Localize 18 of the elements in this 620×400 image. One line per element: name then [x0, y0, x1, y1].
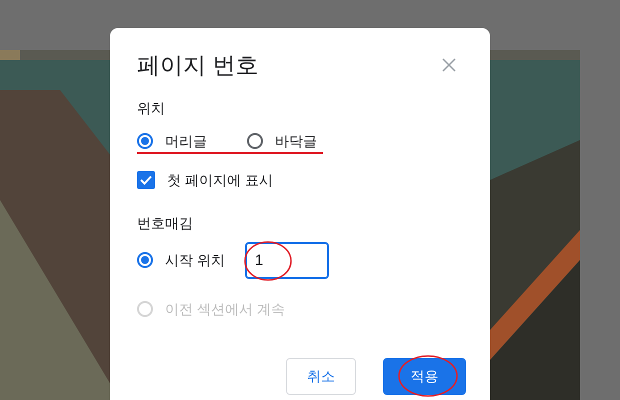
cancel-button[interactable]: 취소: [286, 358, 356, 395]
dialog-title: 페이지 번호: [137, 52, 258, 80]
start-number-field[interactable]: 1: [244, 242, 329, 279]
option-label[interactable]: 바닥글: [275, 130, 317, 152]
radio-button[interactable]: [137, 133, 153, 150]
option-label[interactable]: 머리글: [165, 130, 207, 152]
annotation-circle: [397, 354, 459, 398]
close-icon[interactable]: [442, 58, 456, 72]
section-heading: 위치: [137, 98, 166, 118]
option-label[interactable]: 시작 위치: [165, 250, 225, 271]
section-heading: 번호매김: [137, 214, 194, 233]
annotation-circle: [242, 240, 293, 282]
apply-button[interactable]: 적용: [383, 358, 466, 395]
radio-button[interactable]: [247, 133, 263, 150]
checkbox[interactable]: [137, 171, 155, 190]
radio-button[interactable]: [137, 252, 153, 268]
option-label: 이전 섹션에서 계속: [165, 300, 285, 319]
checkbox-label[interactable]: 첫 페이지에 표시: [167, 170, 273, 191]
